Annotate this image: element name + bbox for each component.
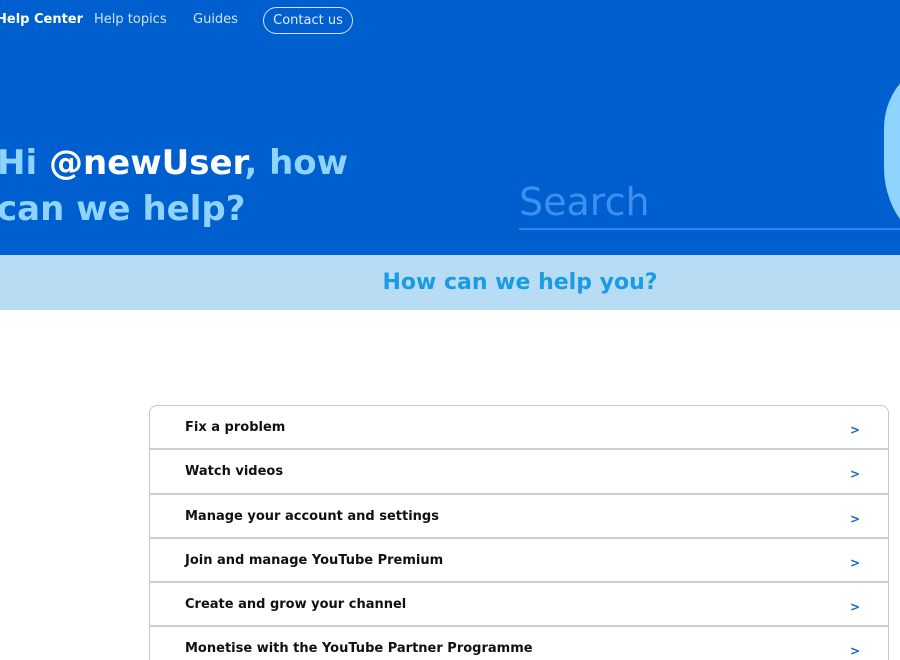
topic-label: Monetise with the YouTube Partner Progra… — [185, 641, 533, 657]
topic-item-manage-account[interactable]: Manage your account and settings > — [150, 495, 888, 539]
hero-banner: Help Center Help topics Guides Contact u… — [0, 0, 900, 255]
topic-item-watch-videos[interactable]: Watch videos > — [150, 450, 888, 495]
chevron-right-icon: > — [849, 555, 860, 570]
chevron-right-icon: > — [849, 644, 860, 659]
help-center-link[interactable]: Help Center — [0, 12, 83, 27]
topic-label: Watch videos — [185, 464, 284, 480]
chevron-right-icon: > — [849, 423, 860, 437]
help-bar-title: How can we help you? — [382, 270, 658, 295]
guides-link[interactable]: Guides — [193, 12, 238, 27]
chevron-right-icon: > — [849, 467, 860, 482]
help-topics-link[interactable]: Help topics — [94, 12, 167, 27]
topic-item-grow-channel[interactable]: Create and grow your channel > — [150, 583, 888, 628]
topic-label: Manage your account and settings — [185, 508, 439, 524]
chevron-right-icon: > — [849, 600, 860, 615]
contact-us-button[interactable]: Contact us — [263, 7, 353, 34]
topic-item-partner-programme[interactable]: Monetise with the YouTube Partner Progra… — [150, 627, 888, 660]
topic-label: Fix a problem — [185, 420, 286, 435]
chevron-right-icon: > — [849, 511, 860, 526]
greeting-username: @newUser — [48, 143, 245, 183]
help-bar: How can we help you? — [0, 255, 900, 310]
topic-item-youtube-premium[interactable]: Join and manage YouTube Premium > — [150, 539, 888, 584]
topic-list: Fix a problem > Watch videos > Manage yo… — [149, 405, 889, 660]
top-nav: Help Center Help topics Guides Contact u… — [0, 0, 900, 40]
topic-label: Join and manage YouTube Premium — [185, 552, 444, 568]
greeting-prefix: Hi — [0, 143, 49, 183]
greeting-heading: Hi @newUser, how can we help? — [0, 140, 417, 232]
topic-label: Create and grow your channel — [185, 597, 407, 613]
search-input[interactable] — [519, 178, 900, 226]
topic-item-fix-a-problem[interactable]: Fix a problem > — [150, 406, 888, 451]
search-box — [519, 178, 900, 230]
